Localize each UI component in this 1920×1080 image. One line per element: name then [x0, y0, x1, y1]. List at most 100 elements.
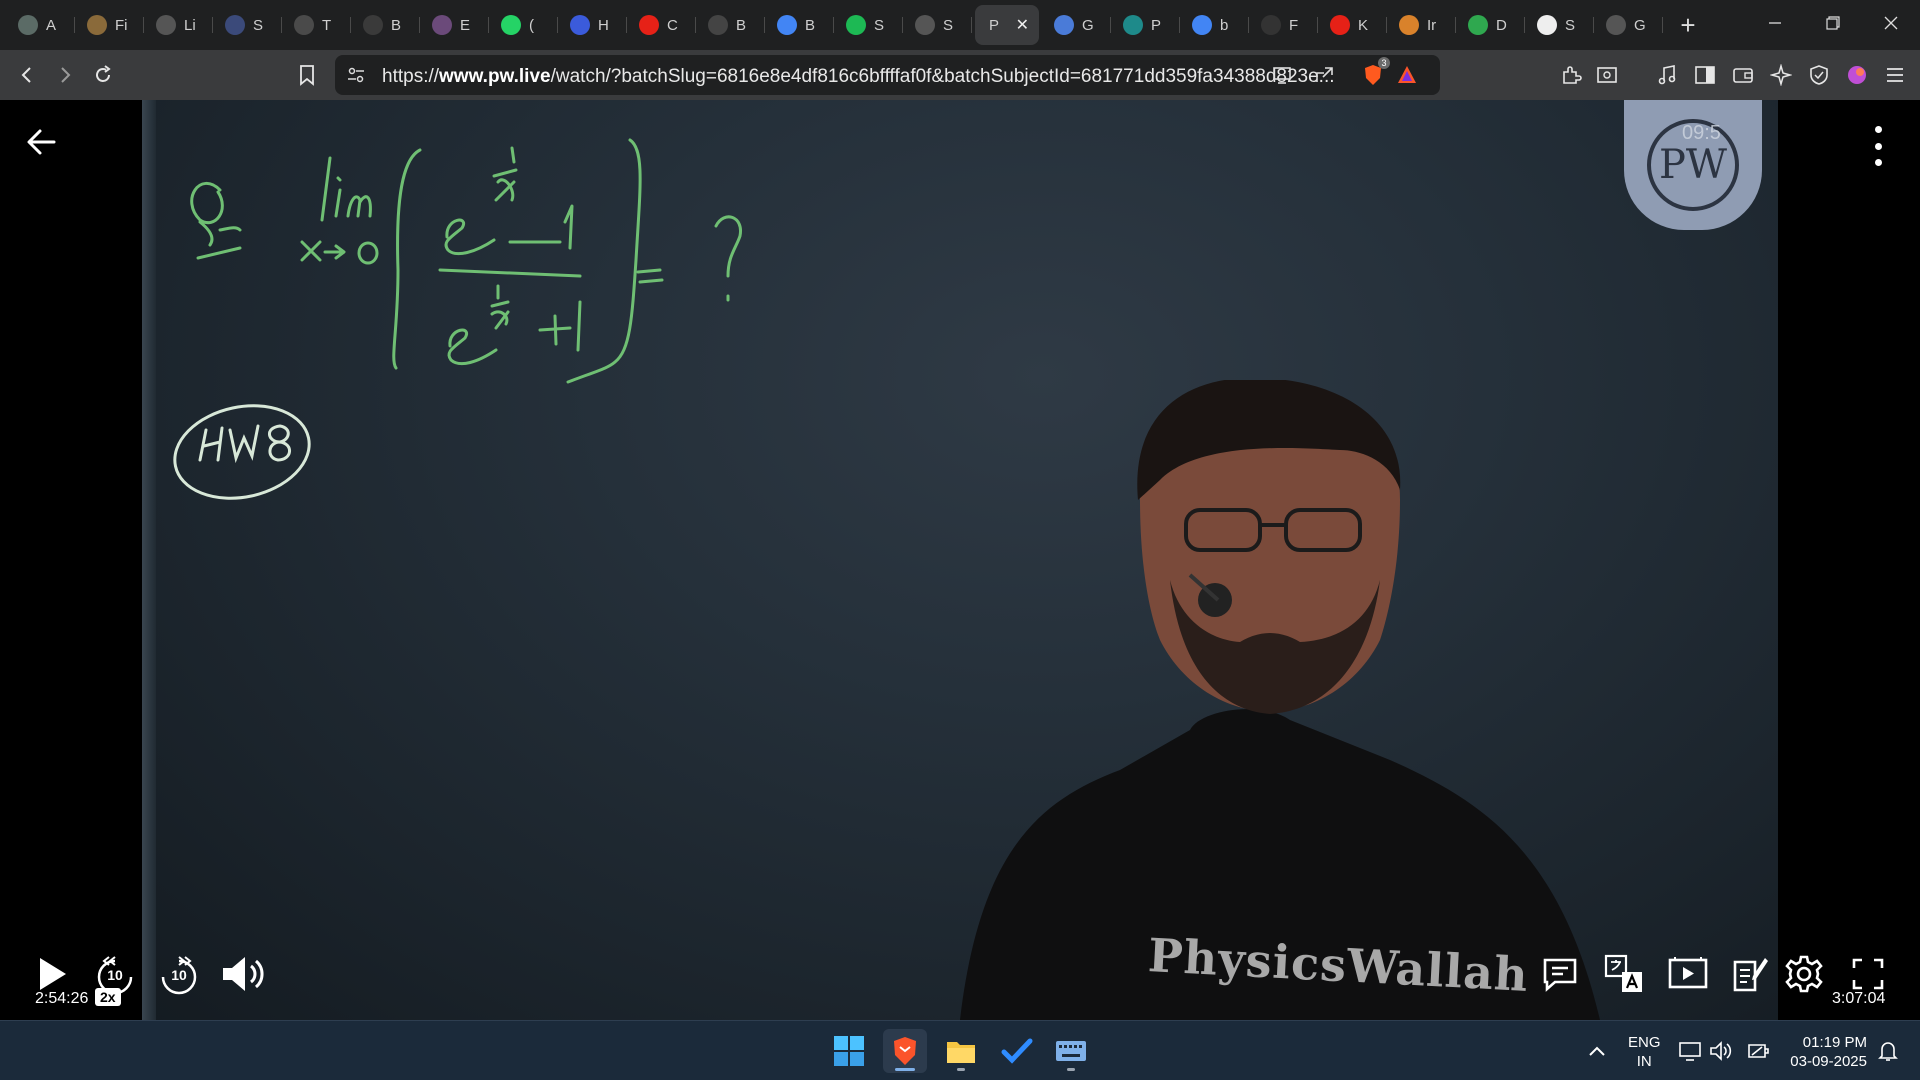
extensions-button[interactable]: [1552, 56, 1590, 94]
show-hidden-icons-button[interactable]: [1576, 1029, 1618, 1073]
address-bar[interactable]: https://www.pw.live/watch/?batchSlug=681…: [335, 55, 1440, 95]
brave-shields-icon[interactable]: 3: [1362, 57, 1390, 87]
chevron-left-icon: [21, 67, 31, 83]
page-search-button[interactable]: [1588, 56, 1626, 94]
brave-rewards-icon: [1398, 66, 1416, 83]
forward-10-button[interactable]: 10: [156, 952, 202, 998]
tab-tabs_after-2[interactable]: b: [1180, 5, 1249, 45]
browser-toolbar: https://www.pw.live/watch/?batchSlug=681…: [0, 50, 1920, 100]
taskbar-file-explorer[interactable]: [939, 1029, 983, 1073]
wikipedia-icon: [1537, 15, 1557, 35]
tab-tabs-7[interactable]: (: [489, 5, 558, 45]
url-text[interactable]: https://www.pw.live/watch/?batchSlug=681…: [382, 66, 1335, 88]
tab-tabs-3[interactable]: S: [213, 5, 282, 45]
bookmark-button[interactable]: [288, 56, 326, 94]
translate-button[interactable]: [1602, 952, 1646, 996]
close-tab-icon[interactable]: ✕: [1016, 15, 1029, 35]
gear-icon: [1785, 955, 1823, 993]
play-button[interactable]: [30, 952, 74, 996]
wallet-button[interactable]: [1724, 56, 1762, 94]
vpn-button[interactable]: [1800, 56, 1838, 94]
minimize-button[interactable]: [1746, 0, 1804, 46]
restore-button[interactable]: [1804, 0, 1862, 46]
avatar-icon: [1848, 66, 1866, 84]
fullscreen-icon: [1852, 958, 1884, 990]
close-window-button[interactable]: [1862, 0, 1920, 46]
taskbar-todo[interactable]: [995, 1029, 1039, 1073]
picture-in-picture-button[interactable]: [1666, 952, 1710, 996]
minimize-icon: [1769, 22, 1781, 24]
chevron-right-icon: [61, 67, 71, 83]
tab-tabs-5[interactable]: B: [351, 5, 420, 45]
start-button[interactable]: [827, 1029, 871, 1073]
fullscreen-button[interactable]: [1846, 952, 1890, 996]
tab-tabs-2[interactable]: Li: [144, 5, 213, 45]
rewind-10-button[interactable]: 10: [92, 952, 138, 998]
tab-title: E: [460, 16, 471, 34]
volume-button[interactable]: [218, 950, 268, 998]
new-tab-button[interactable]: +: [1669, 6, 1707, 44]
leo-ai-button[interactable]: [1762, 56, 1800, 94]
bookmark-icon: [570, 15, 590, 35]
input-language[interactable]: ENG IN: [1628, 1033, 1661, 1071]
chat-icon: [1543, 958, 1577, 992]
checkmark-icon: [1001, 1038, 1033, 1064]
tab-tabs-6[interactable]: E: [420, 5, 489, 45]
youtube-icon: [1330, 15, 1350, 35]
tab-title: (: [529, 16, 534, 34]
tab-tabs-4[interactable]: T: [282, 5, 351, 45]
tab-tabs-1[interactable]: Fi: [75, 5, 144, 45]
tab-tabs_after-4[interactable]: K: [1318, 5, 1387, 45]
music-note-icon: [1658, 65, 1676, 85]
player-back-button[interactable]: [22, 122, 62, 162]
tab-tabs-12[interactable]: S: [834, 5, 903, 45]
tab-tabs_after-0[interactable]: G: [1042, 5, 1111, 45]
tab-title: B: [391, 16, 402, 34]
tab-tabs-13[interactable]: S: [903, 5, 972, 45]
tab-tabs-0[interactable]: A: [6, 5, 75, 45]
tab-tabs_after-1[interactable]: P: [1111, 5, 1180, 45]
volume-tray-button[interactable]: [1702, 1029, 1738, 1073]
chat-button[interactable]: [1538, 952, 1582, 996]
region-code: IN: [1636, 1053, 1652, 1070]
tab-tabs_after-6[interactable]: D: [1456, 5, 1525, 45]
media-button[interactable]: [1648, 56, 1686, 94]
tab-tabs_after-8[interactable]: G: [1594, 5, 1663, 45]
settings-button[interactable]: [1782, 952, 1826, 996]
notifications-button[interactable]: [1870, 1029, 1906, 1073]
globe-icon: [1606, 15, 1626, 35]
menu-icon: [363, 15, 383, 35]
tab-title: F: [1289, 16, 1299, 34]
player-more-options-button[interactable]: [1866, 126, 1890, 166]
profile-button[interactable]: [1838, 56, 1876, 94]
video-player[interactable]: PW 09:5 PhysicsWallah 2:54:26 2x 3:07:04…: [0, 100, 1920, 1034]
forward-button[interactable]: [46, 56, 84, 94]
tab-tabs-9[interactable]: C: [627, 5, 696, 45]
tab-tabs-11[interactable]: B: [765, 5, 834, 45]
taskbar-keyboard[interactable]: [1049, 1029, 1093, 1073]
forward-label: 10: [171, 967, 187, 983]
system-clock[interactable]: 01:19 PM 03-09-2025: [1783, 1033, 1867, 1071]
power-status-button[interactable]: [1738, 1029, 1778, 1073]
dot-icon: [1874, 126, 1882, 133]
tab-tabs-8[interactable]: H: [558, 5, 627, 45]
reload-button[interactable]: [84, 56, 122, 94]
tab-tabs_after-7[interactable]: S: [1525, 5, 1594, 45]
pip-icon: [1668, 957, 1708, 989]
sidebar-button[interactable]: [1686, 56, 1724, 94]
menu-button[interactable]: [1876, 56, 1914, 94]
translate-icon: [1604, 954, 1642, 992]
tab-tabs_after-5[interactable]: Ir: [1387, 5, 1456, 45]
wolfram-icon: [294, 15, 314, 35]
tab-tabs_after-3[interactable]: F: [1249, 5, 1318, 45]
volume-icon: [223, 957, 264, 991]
taskbar-brave[interactable]: [883, 1029, 927, 1073]
tab-tabs-10[interactable]: B: [696, 5, 765, 45]
tab-title: B: [805, 16, 816, 34]
back-button[interactable]: [8, 56, 46, 94]
tab-active[interactable]: P ✕: [975, 5, 1039, 45]
tab-title: Li: [184, 16, 196, 34]
notes-button[interactable]: [1728, 952, 1772, 996]
reload-icon: [96, 65, 111, 82]
tab-title: Fi: [115, 16, 128, 34]
